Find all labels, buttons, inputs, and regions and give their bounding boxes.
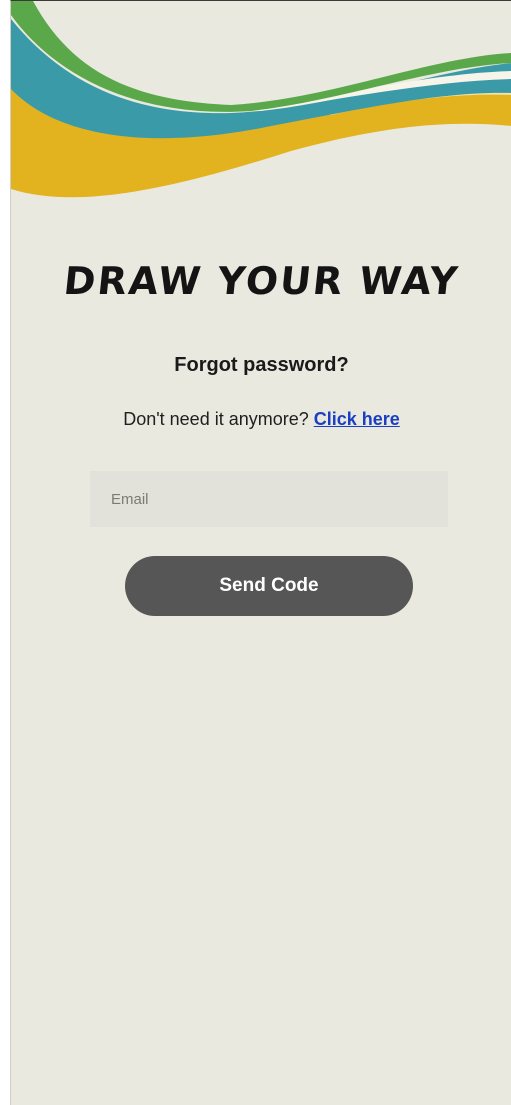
hint-label: Don't need it anymore? [123, 409, 314, 429]
app-frame: DRAW YOUR WAY Forgot password? Don't nee… [10, 0, 511, 1105]
header-wave-decoration [11, 1, 511, 198]
app-title: DRAW YOUR WAY [61, 259, 462, 303]
email-field[interactable] [90, 471, 448, 527]
hint-text: Don't need it anymore? Click here [11, 409, 511, 430]
click-here-link[interactable]: Click here [314, 409, 400, 429]
send-code-button[interactable]: Send Code [125, 556, 413, 616]
page-heading: Forgot password? [174, 354, 349, 376]
